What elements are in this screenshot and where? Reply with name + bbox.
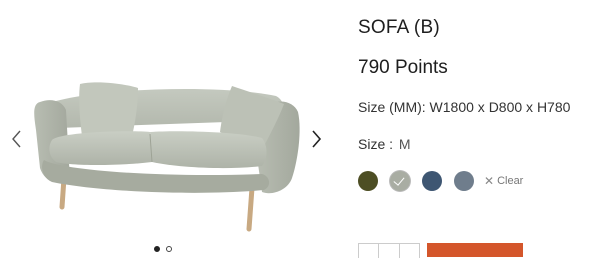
next-image-button[interactable] bbox=[309, 127, 325, 151]
product-title: SOFA (B) bbox=[358, 17, 440, 38]
color-swatch-olive[interactable] bbox=[358, 171, 378, 191]
color-swatch-sage-grey[interactable] bbox=[390, 171, 410, 191]
size-value: M bbox=[398, 136, 411, 152]
product-image-gallery bbox=[0, 0, 334, 255]
chevron-left-icon bbox=[12, 130, 21, 148]
quantity-value[interactable] bbox=[379, 244, 400, 258]
color-swatches: ✕ Clear bbox=[358, 171, 523, 191]
size-row: Size : M bbox=[358, 136, 411, 152]
sofa-product-image bbox=[34, 82, 300, 232]
size-label: Size bbox=[358, 136, 386, 152]
quantity-decrease-button[interactable] bbox=[359, 244, 380, 258]
color-swatch-navy[interactable] bbox=[422, 171, 442, 191]
quantity-increase-button[interactable] bbox=[400, 244, 419, 258]
gallery-dot-1[interactable] bbox=[154, 246, 160, 252]
close-icon: ✕ bbox=[484, 174, 495, 188]
color-swatch-slate-blue[interactable] bbox=[454, 171, 474, 191]
previous-image-button[interactable] bbox=[8, 127, 24, 151]
clear-label: Clear bbox=[497, 175, 524, 187]
product-price: 790 Points bbox=[358, 57, 448, 78]
clear-selection-button[interactable]: ✕ Clear bbox=[484, 174, 523, 188]
gallery-dot-2[interactable] bbox=[166, 246, 172, 252]
size-separator: : bbox=[389, 136, 394, 152]
quantity-stepper[interactable] bbox=[358, 243, 420, 258]
product-dimensions: Size (MM): W1800 x D800 x H780 bbox=[358, 99, 571, 115]
chevron-right-icon bbox=[312, 130, 322, 148]
gallery-pagination bbox=[154, 246, 172, 252]
